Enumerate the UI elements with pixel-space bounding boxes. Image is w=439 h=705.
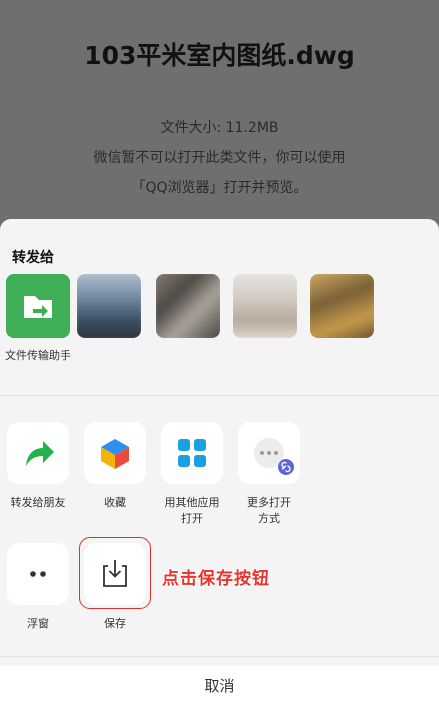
action-label: 浮窗 <box>27 617 49 630</box>
tutorial-annotation: 点击保存按钮 <box>162 569 270 589</box>
contact-item[interactable] <box>231 274 299 348</box>
contact-item[interactable] <box>75 274 143 348</box>
more-open-options-button[interactable]: 更多打开方式 <box>229 422 309 527</box>
more-options-tile <box>238 422 300 484</box>
forward-to-friend-button[interactable]: 转发给朋友 <box>0 422 78 511</box>
action-label: 转发给朋友 <box>10 496 66 509</box>
avatar <box>156 274 220 338</box>
apps-grid-icon <box>178 439 206 467</box>
cancel-button[interactable]: 取消 <box>0 666 439 705</box>
file-notice-line2: 「QQ浏览器」打开并预览。 <box>131 180 308 196</box>
save-highlight-box <box>79 537 151 609</box>
file-title: 103平米室内图纸.dwg <box>84 41 355 70</box>
contact-name: 文件传输助手 <box>5 349 71 362</box>
favorite-cube-icon <box>101 439 129 469</box>
float-window-tile <box>7 543 69 605</box>
file-transfer-avatar <box>6 274 70 338</box>
forward-arrow-icon <box>26 441 54 466</box>
action-label: 保存 <box>104 617 126 630</box>
contact-item[interactable] <box>308 274 376 348</box>
file-notice-line1: 微信暂不可以打开此类文件，你可以使用 <box>93 150 346 166</box>
divider <box>0 395 439 396</box>
open-with-other-app-button[interactable]: 用其他应用打开 <box>152 422 232 527</box>
file-size: 文件大小: 11.2MB <box>160 120 279 136</box>
more-dots-icon <box>254 438 294 475</box>
share-sheet: 转发给 文件传输助手 转发给朋友 收藏 用其他应用打开 更多打开方式 浮窗 保存… <box>0 219 439 705</box>
favorite-button[interactable]: 收藏 <box>75 422 155 511</box>
float-window-button[interactable]: 浮窗 <box>0 543 78 632</box>
open-with-tile <box>161 422 223 484</box>
share-to-label: 转发给 <box>12 250 54 266</box>
action-label: 收藏 <box>104 496 126 509</box>
float-window-icon <box>30 571 46 577</box>
action-label: 更多打开方式 <box>247 496 291 525</box>
divider <box>0 656 439 657</box>
folder-arrow-icon <box>24 296 52 318</box>
avatar <box>77 274 141 338</box>
avatar <box>233 274 297 338</box>
contact-item[interactable] <box>154 274 222 348</box>
contact-file-transfer[interactable]: 文件传输助手 <box>4 274 72 364</box>
file-preview-area: 103平米室内图纸.dwg 文件大小: 11.2MB 微信暂不可以打开此类文件，… <box>0 0 439 220</box>
avatar <box>310 274 374 338</box>
action-label: 用其他应用打开 <box>164 496 220 525</box>
favorite-tile <box>84 422 146 484</box>
forward-tile <box>7 422 69 484</box>
